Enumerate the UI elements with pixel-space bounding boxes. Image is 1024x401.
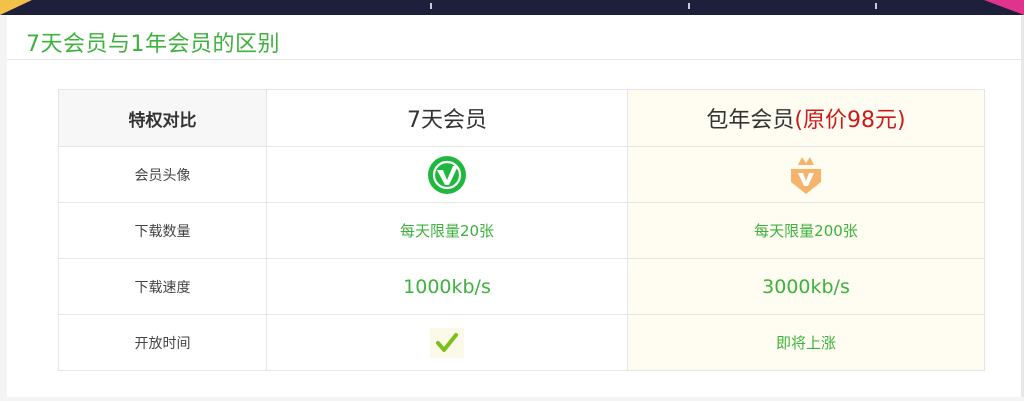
table-row: 下载速度 1000kb/s 3000kb/s [58,258,985,315]
check-icon [430,327,464,358]
cell-7d-avatar [266,146,628,203]
banner-left-stripe [0,0,32,15]
row-label-download-speed: 下载速度 [58,258,267,315]
row-label-avatar: 会员头像 [58,146,267,203]
green-v-badge-icon [427,155,467,195]
cell-7d-download-count: 每天限量20张 [266,202,628,259]
membership-comparison-table: 特权对比 7天会员 包年会员(原价98元) 会员头像 下载数量 每天限量20张 … [58,89,985,371]
cell-year-download-count: 每天限量200张 [627,202,985,259]
banner-right-stripe [984,0,1024,15]
cell-year-download-speed: 3000kb/s [627,258,985,315]
section-title: 7天会员与1年会员的区别 [26,32,280,57]
row-label-download-count: 下载数量 [58,202,267,259]
table-row: 下载数量 每天限量20张 每天限量200张 [58,202,985,259]
title-divider [7,59,1024,60]
row-label-open-time: 开放时间 [58,314,267,371]
top-banner-strip [0,0,1024,15]
cell-year-open-time: 即将上涨 [627,314,985,371]
table-row: 开放时间 即将上涨 [58,314,985,371]
table-row: 会员头像 [58,146,985,203]
original-price: (原价98元) [794,108,906,133]
banner-decoration [430,3,432,9]
banner-decoration [875,3,877,9]
header-privilege-compare: 特权对比 [58,89,267,147]
cell-7d-download-speed: 1000kb/s [266,258,628,315]
table-header-row: 特权对比 7天会员 包年会员(原价98元) [58,89,985,147]
orange-crown-v-badge-icon [784,153,828,197]
header-7-day-member: 7天会员 [266,89,628,147]
header-annual-member: 包年会员(原价98元) [627,89,985,147]
cell-year-avatar [627,146,985,203]
cell-7d-open-time [266,314,628,371]
annual-plan-name: 包年会员 [706,108,795,133]
banner-decoration [688,3,690,9]
